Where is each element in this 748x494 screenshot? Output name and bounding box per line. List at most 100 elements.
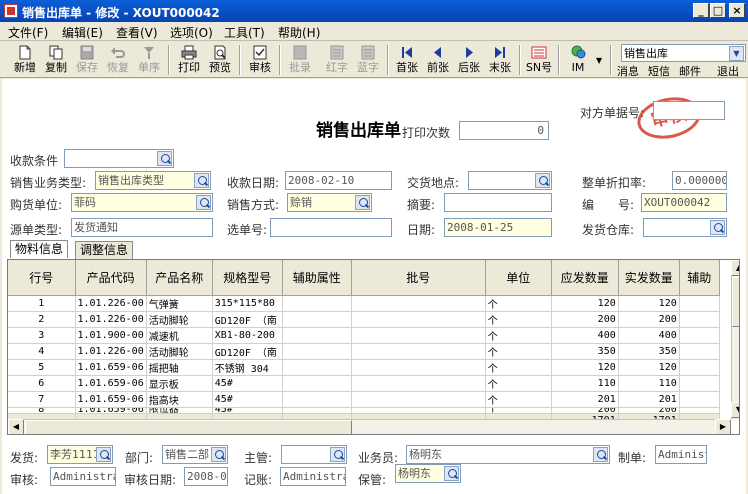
table-cell[interactable]: 2 (8, 311, 76, 328)
table-cell[interactable]: 45# (212, 391, 283, 408)
table-cell[interactable]: 120 (551, 295, 619, 312)
custodian-field[interactable]: 杨明东 (395, 464, 461, 483)
tab-adjust-info[interactable]: 调整信息 (75, 241, 134, 259)
table-cell[interactable] (351, 375, 486, 392)
order-button[interactable]: 单序 (134, 43, 164, 77)
horizontal-scrollbar[interactable]: ◀ ▶ (8, 419, 731, 434)
sms-button[interactable]: 短信 (648, 63, 670, 79)
table-row[interactable]: 4 1.01.226-00 活动脚轮 GD120F （南个 350 350 (8, 343, 720, 360)
table-row[interactable]: 2 1.01.226-00 活动脚轮 GD120F （南个 200 200 (8, 311, 720, 328)
menu-help[interactable]: 帮助(H) (278, 24, 320, 41)
search-icon[interactable] (330, 447, 345, 462)
new-button[interactable]: 新增 (10, 43, 40, 77)
table-cell[interactable] (282, 391, 352, 408)
audit-button[interactable]: 审核 (245, 43, 275, 77)
search-icon[interactable] (535, 173, 550, 188)
table-cell[interactable] (282, 343, 352, 360)
summary-field[interactable] (444, 193, 552, 212)
table-cell[interactable]: 6 (8, 375, 76, 392)
red-button[interactable]: 红字 (322, 43, 352, 77)
table-cell[interactable]: 120 (618, 295, 680, 312)
column-header[interactable]: 产品名称 (146, 260, 213, 296)
table-cell[interactable] (351, 295, 486, 312)
table-cell[interactable] (282, 327, 352, 344)
blue-button[interactable]: 蓝字 (353, 43, 383, 77)
scroll-thumb[interactable] (732, 277, 739, 327)
table-cell[interactable]: 4 (8, 343, 76, 360)
table-cell[interactable]: 1.01.226-00 (75, 343, 147, 360)
column-header[interactable]: 实发数量 (618, 260, 680, 296)
table-cell[interactable]: 1.01.659-06 (75, 407, 147, 414)
table-cell[interactable] (282, 375, 352, 392)
table-cell[interactable]: 201 (618, 391, 680, 408)
search-icon[interactable] (444, 466, 459, 481)
table-cell[interactable]: 1.01.226-00 (75, 295, 147, 312)
collect-date-field[interactable]: 2008-02-10 (285, 171, 392, 190)
source-type-field[interactable]: 发货通知 (71, 218, 213, 237)
search-icon[interactable] (211, 447, 226, 462)
menu-file[interactable]: 文件(F) (8, 24, 48, 41)
close-button[interactable]: × (729, 3, 745, 18)
table-cell[interactable]: 个 (485, 359, 552, 376)
menu-view[interactable]: 查看(V) (116, 24, 158, 41)
column-header[interactable]: 辅助 (679, 260, 720, 296)
prev-button[interactable]: 前张 (423, 43, 453, 77)
table-row[interactable]: 6 1.01.659-06 显示板 45# 个 110 110 (8, 375, 720, 392)
table-cell[interactable]: 45# (212, 375, 283, 392)
mail-button[interactable]: 邮件 (679, 63, 701, 79)
table-cell[interactable]: 120 (551, 359, 619, 376)
table-cell[interactable]: 个 (485, 295, 552, 312)
table-cell[interactable]: 1.01.659-06 (75, 391, 147, 408)
table-cell[interactable]: 1.01.900-00 (75, 327, 147, 344)
table-cell[interactable]: 个 (485, 375, 552, 392)
search-icon[interactable] (96, 447, 111, 462)
table-cell[interactable] (351, 391, 486, 408)
dept-field[interactable]: 销售二部 (162, 445, 228, 464)
save-button[interactable]: 保存 (72, 43, 102, 77)
table-cell[interactable]: 显示板 (146, 375, 213, 392)
table-cell[interactable]: 350 (618, 343, 680, 360)
column-header[interactable]: 单位 (485, 260, 552, 296)
column-header[interactable]: 产品代码 (75, 260, 147, 296)
table-cell[interactable]: 个 (485, 343, 552, 360)
table-cell[interactable]: 110 (618, 375, 680, 392)
scroll-up-icon[interactable]: ▲ (731, 260, 739, 276)
scroll-left-icon[interactable]: ◀ (8, 419, 24, 434)
table-cell[interactable]: 7 (8, 391, 76, 408)
search-icon[interactable] (593, 447, 608, 462)
table-cell[interactable]: 1.01.226-00 (75, 311, 147, 328)
delivery-place-field[interactable] (468, 171, 552, 190)
biz-type-field[interactable]: 销售出库类型 (95, 171, 211, 190)
vertical-scrollbar[interactable]: ▲ ▼ (731, 260, 739, 419)
table-cell[interactable]: 指高块 (146, 391, 213, 408)
menu-tools[interactable]: 工具(T) (224, 24, 265, 41)
table-cell[interactable]: 200 (551, 311, 619, 328)
search-icon[interactable] (196, 195, 211, 210)
copy-button[interactable]: 复制 (41, 43, 71, 77)
table-cell[interactable]: 活动脚轮 (146, 311, 213, 328)
table-cell[interactable] (351, 311, 486, 328)
table-cell[interactable]: GD120F （南 (212, 311, 283, 328)
source-no-field[interactable] (270, 218, 392, 237)
table-cell[interactable] (351, 327, 486, 344)
table-cell[interactable] (282, 311, 352, 328)
table-cell[interactable]: 5 (8, 359, 76, 376)
minimize-button[interactable]: _ (693, 3, 709, 18)
code-field[interactable]: XOUT000042 (641, 193, 727, 212)
table-row[interactable]: 3 1.01.900-00 减速机 XB1-80-200 个 400 400 (8, 327, 720, 344)
sale-method-field[interactable]: 赊销 (287, 193, 372, 212)
table-cell[interactable] (679, 375, 720, 392)
table-cell[interactable]: 200 (618, 311, 680, 328)
table-cell[interactable]: 350 (551, 343, 619, 360)
column-header[interactable]: 辅助属性 (282, 260, 352, 296)
table-cell[interactable]: 110 (551, 375, 619, 392)
table-cell[interactable] (351, 343, 486, 360)
table-cell[interactable]: 个 (485, 327, 552, 344)
collect-terms-field[interactable] (64, 149, 174, 168)
im-dropdown-arrow-icon[interactable]: ▼ (596, 56, 602, 65)
search-icon[interactable] (355, 195, 370, 210)
im-button[interactable]: IM (563, 43, 593, 77)
menu-options[interactable]: 选项(O) (170, 24, 213, 41)
table-cell[interactable] (351, 359, 486, 376)
chevron-down-icon[interactable]: ▼ (729, 46, 744, 61)
